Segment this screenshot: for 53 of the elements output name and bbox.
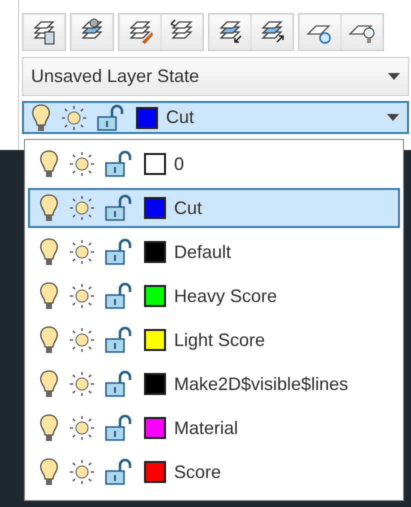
layer-name: Score [174, 462, 222, 482]
layer-item[interactable]: Score [28, 452, 400, 492]
lightbulb-icon[interactable] [38, 237, 60, 267]
lightbulb-icon[interactable] [38, 369, 60, 399]
layer-name: 0 [174, 154, 184, 174]
lightbulb-icon[interactable] [38, 193, 60, 223]
layer-item[interactable]: Default [28, 232, 400, 272]
caret-icon [387, 114, 399, 121]
layer-item[interactable]: 0 [28, 144, 400, 184]
layer-name: Default [174, 242, 232, 262]
sun-icon[interactable] [68, 150, 96, 178]
layer-stack-button[interactable] [209, 14, 251, 50]
layer-stack-button[interactable] [23, 14, 65, 50]
layer-name: Make2D$visible$lines [174, 374, 348, 394]
unlocked-padlock-icon[interactable] [104, 458, 134, 486]
caret-icon [388, 73, 400, 80]
lightbulb-icon[interactable] [38, 457, 60, 487]
sun-icon[interactable] [68, 194, 96, 222]
unlocked-padlock-icon[interactable] [104, 370, 134, 398]
layer-plane-button[interactable] [341, 14, 383, 50]
sun-icon[interactable] [68, 370, 96, 398]
layer-item[interactable]: Light Score [28, 320, 400, 360]
sun-icon[interactable] [68, 414, 96, 442]
layer-name: Light Score [174, 330, 266, 350]
layer-stack-button[interactable] [71, 14, 113, 50]
layer-name: Material [174, 418, 238, 438]
sun-icon[interactable] [68, 326, 96, 354]
unlocked-padlock-icon[interactable] [104, 238, 134, 266]
unlocked-padlock-icon[interactable] [104, 414, 134, 442]
lightbulb-icon[interactable] [38, 413, 60, 443]
layer-item[interactable]: Material [28, 408, 400, 448]
layer-stack-button[interactable] [251, 14, 293, 50]
sun-icon[interactable] [68, 458, 96, 486]
layer-item[interactable]: Cut [28, 188, 400, 228]
unlocked-padlock-icon[interactable] [104, 326, 134, 354]
layer-stack-button[interactable] [119, 14, 161, 50]
layer-stack-button[interactable] [161, 14, 203, 50]
lightbulb-icon[interactable] [38, 325, 60, 355]
sun-icon[interactable] [68, 238, 96, 266]
layer-name: Heavy Score [174, 286, 278, 306]
unlocked-padlock-icon[interactable] [104, 150, 134, 178]
layer-state-dropdown[interactable]: Unsaved Layer State [22, 57, 409, 96]
layer-dropdown[interactable]: Cut [22, 101, 409, 134]
unlocked-padlock-icon[interactable] [104, 194, 134, 222]
unlocked-padlock-icon[interactable] [104, 282, 134, 310]
layer-plane-button[interactable] [299, 14, 341, 50]
lightbulb-icon[interactable] [38, 281, 60, 311]
lightbulb-icon[interactable] [38, 149, 60, 179]
sun-icon[interactable] [68, 282, 96, 310]
layer-name: Cut [166, 107, 196, 128]
layer-item[interactable]: Heavy Score [28, 276, 400, 316]
layer-name: Cut [174, 198, 202, 218]
layer-item[interactable]: Make2D$visible$lines [28, 364, 400, 404]
